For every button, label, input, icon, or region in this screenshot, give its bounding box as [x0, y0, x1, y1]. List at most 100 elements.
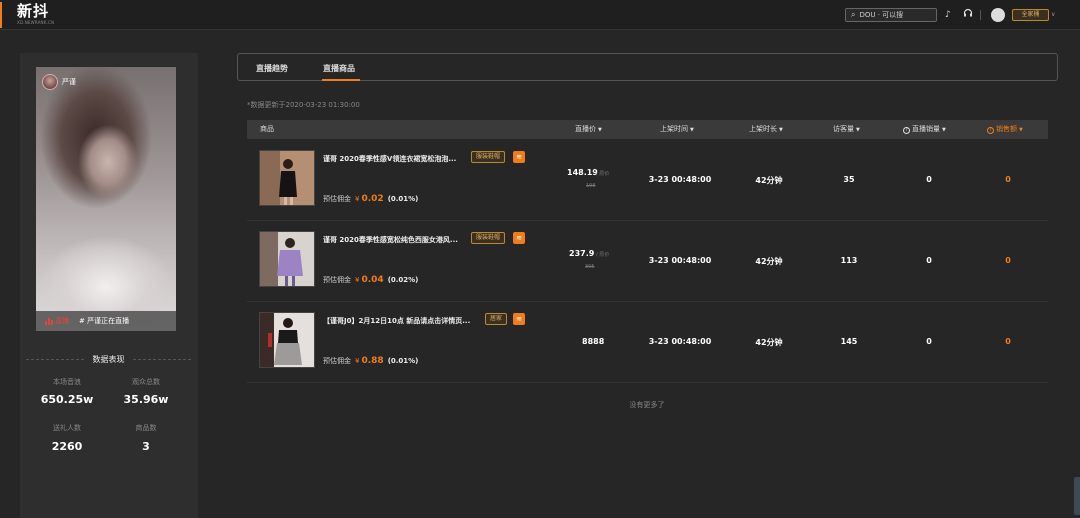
chevron-down-icon[interactable]: ∨ — [1051, 9, 1055, 21]
stat-label: 本场音浪 — [53, 378, 81, 386]
feed-icon[interactable]: ≋ — [513, 313, 525, 325]
listed-time: 3-23 00:48:00 — [648, 256, 712, 265]
commission-rate: (0.01%) — [387, 357, 419, 365]
feed-icon[interactable]: ≋ — [513, 151, 525, 163]
live-stream-thumbnail[interactable]: 严谨 直播 # 严谨正在直播 — [36, 67, 176, 331]
live-price: 237.9 — [569, 249, 595, 258]
estimated-commission: 预估佣金 ¥0.88 (0.01%) — [323, 356, 418, 366]
commission-label: 预估佣金 — [323, 195, 351, 203]
version-badge[interactable]: 全家桶 — [1012, 9, 1049, 21]
user-avatar[interactable] — [991, 8, 1005, 22]
listed-time: 3-23 00:48:00 — [648, 175, 712, 184]
table-header: 商品 直播价 ▼ 上架时间 ▼ 上架时长 ▼ 访客量 ▼ ? 直播销量 ▼ ? 销售额 ▼ — [247, 120, 1048, 139]
revenue: 0 — [1005, 256, 1011, 265]
sort-caret-icon: ▼ — [1019, 127, 1023, 133]
feed-icon[interactable]: ≋ — [513, 232, 525, 244]
live-bars-icon — [45, 317, 53, 325]
top-bar: 新抖 XD.NEWRANK.CN ⌕ ♪ 全家桶 ∨ — [0, 0, 1080, 30]
original-price: 198 — [586, 183, 596, 189]
original-price-label: / 原价 — [596, 171, 610, 177]
streamer-chip[interactable]: 严谨 — [42, 74, 76, 90]
commission-rate: (0.02%) — [387, 276, 419, 284]
column-header-listed-time[interactable]: 上架时间 ▼ — [660, 120, 694, 140]
tab-live-products[interactable]: 直播商品 — [323, 63, 355, 74]
active-tab-indicator — [322, 79, 360, 81]
revenue: 0 — [1005, 175, 1011, 184]
table-row[interactable]: 谨哥 2020春季性感V领连衣裙宽松泡泡... 服装鞋帽 ≋ 预估佣金 ¥0.02… — [247, 140, 1048, 221]
sort-caret-icon: ▼ — [690, 127, 694, 133]
streamer-name: 严谨 — [62, 78, 76, 86]
side-panel-handle[interactable] — [1074, 477, 1080, 515]
divider — [133, 359, 191, 360]
data-updated-note: *数据更新于2020-03-23 01:30:00 — [247, 101, 360, 109]
column-header-sales[interactable]: ? 直播销量 ▼ — [903, 120, 946, 140]
original-price: 305 — [585, 264, 595, 270]
column-label: 直播价 — [575, 125, 596, 133]
column-label: 上架时长 — [749, 125, 777, 133]
live-price: 148.19 — [567, 168, 598, 177]
stat-value: 35.96w — [123, 393, 169, 406]
search-box[interactable]: ⌕ — [845, 8, 937, 22]
original-price-label: / 原价 — [596, 252, 610, 258]
logo[interactable]: 新抖 XD.NEWRANK.CN — [17, 3, 54, 26]
help-icon: ? — [903, 127, 910, 134]
tab-bar: 直播趋势 直播商品 — [237, 53, 1058, 81]
divider — [980, 10, 981, 20]
product-title[interactable]: 谨哥 2020春季性感V领连衣裙宽松泡泡... — [323, 154, 471, 164]
product-title[interactable]: 【谨哥J0】2月12日10点 新品请点击详情页... — [323, 316, 471, 326]
table-row[interactable]: 谨哥 2020春季性感宽松纯色西服女港风... 服装鞋帽 ≋ 预估佣金 ¥0.04… — [247, 221, 1048, 302]
logo-subtitle: XD.NEWRANK.CN — [17, 20, 55, 25]
headset-icon[interactable] — [963, 8, 973, 23]
product-image[interactable] — [259, 312, 315, 368]
listed-duration: 42分钟 — [755, 176, 783, 185]
commission-rate: (0.01%) — [387, 195, 419, 203]
stat-value: 3 — [142, 440, 150, 453]
product-title[interactable]: 谨哥 2020春季性感宽松纯色西服女港风... — [323, 235, 471, 245]
column-label: 访客量 — [833, 125, 854, 133]
streamer-avatar — [42, 74, 58, 90]
search-icon: ⌕ — [851, 10, 856, 19]
live-hashtag: # 严谨正在直播 — [79, 317, 130, 325]
visitor-count: 113 — [840, 256, 858, 265]
sort-caret-icon: ▼ — [598, 127, 602, 133]
listed-time: 3-23 00:48:00 — [648, 337, 712, 346]
stat-value: 650.25w — [40, 393, 94, 406]
column-header-visitors[interactable]: 访客量 ▼ — [833, 120, 860, 140]
visitor-count: 35 — [843, 175, 855, 184]
commission-amount: 0.04 — [361, 275, 384, 285]
sort-caret-icon: ▼ — [779, 127, 783, 133]
listed-duration: 42分钟 — [755, 257, 783, 266]
estimated-commission: 预估佣金 ¥0.04 (0.02%) — [323, 275, 418, 285]
table-row[interactable]: 【谨哥J0】2月12日10点 新品请点击详情页... 居家 ≋ 预估佣金 ¥0.8… — [247, 302, 1048, 383]
product-image[interactable] — [259, 231, 315, 287]
listed-duration: 42分钟 — [755, 338, 783, 347]
stats-title: 数据表现 — [92, 355, 125, 364]
stat-label: 观众总数 — [132, 378, 160, 386]
product-image[interactable] — [259, 150, 315, 206]
column-label: 上架时间 — [660, 125, 688, 133]
commission-amount: 0.88 — [361, 356, 384, 366]
sales-count: 0 — [926, 256, 932, 265]
tab-live-trend[interactable]: 直播趋势 — [256, 63, 288, 74]
category-tag: 服装鞋帽 — [471, 151, 506, 163]
stat-value: 2260 — [51, 440, 83, 453]
live-label: 直播 — [55, 317, 69, 325]
live-price: 8888 — [582, 337, 605, 346]
estimated-commission: 预估佣金 ¥0.02 (0.01%) — [323, 194, 418, 204]
search-input[interactable] — [859, 11, 930, 19]
category-tag: 服装鞋帽 — [471, 232, 506, 244]
sort-caret-icon: ▼ — [856, 127, 860, 133]
help-icon: ? — [987, 127, 994, 134]
column-label: 直播销量 — [912, 125, 940, 133]
visitor-count: 145 — [840, 337, 858, 346]
tiktok-icon[interactable]: ♪ — [945, 8, 951, 22]
column-header-price[interactable]: 直播价 ▼ — [575, 120, 602, 140]
column-header-duration[interactable]: 上架时长 ▼ — [749, 120, 783, 140]
logo-text: 新抖 — [17, 2, 50, 20]
sort-caret-icon: ▼ — [942, 127, 946, 133]
streamer-panel: 严谨 直播 # 严谨正在直播 数据表现 本场音浪 650.25w 观众总数 35… — [20, 53, 198, 518]
category-tag: 居家 — [485, 313, 508, 325]
column-header-revenue[interactable]: ? 销售额 ▼ — [987, 120, 1023, 140]
column-label: 销售额 — [996, 125, 1017, 133]
thumbnail-footer: 直播 # 严谨正在直播 — [36, 311, 176, 331]
